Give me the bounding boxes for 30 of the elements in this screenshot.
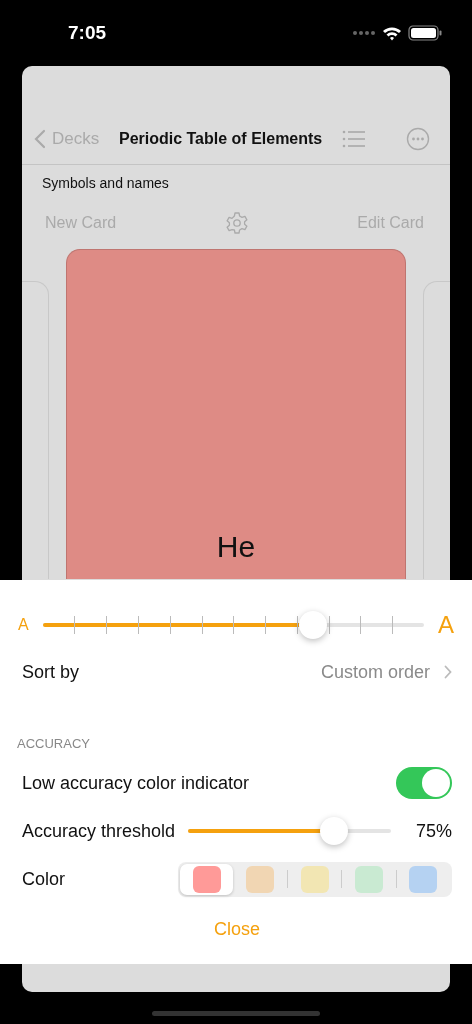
close-button[interactable]: Close <box>214 919 260 940</box>
nav-title: Periodic Table of Elements <box>117 130 324 148</box>
sort-label: Sort by <box>22 661 80 683</box>
indicator-toggle[interactable] <box>396 767 452 799</box>
wifi-icon <box>382 25 402 41</box>
color-label: Color <box>22 868 65 890</box>
chevron-left-icon <box>34 129 46 149</box>
color-option[interactable] <box>180 863 234 895</box>
sort-value: Custom order <box>320 661 430 683</box>
more-icon[interactable] <box>406 127 430 151</box>
deck-subtitle: Symbols and names <box>41 174 170 191</box>
font-size-slider[interactable] <box>42 610 424 640</box>
settings-icon[interactable] <box>224 211 249 235</box>
flash-card[interactable]: He <box>66 249 406 579</box>
slider-thumb[interactable] <box>299 611 328 639</box>
signal-icon <box>352 30 376 36</box>
small-font-label: A <box>18 616 29 634</box>
status-time: 7:05 <box>68 22 107 44</box>
battery-icon <box>408 25 442 41</box>
section-header: ACCURACY <box>17 736 91 751</box>
threshold-label: Accuracy threshold <box>22 820 176 842</box>
threshold-slider[interactable] <box>188 816 391 846</box>
list-icon[interactable] <box>342 129 366 149</box>
chevron-right-icon <box>444 665 452 679</box>
large-font-label: A <box>438 611 454 639</box>
card-front-text: He <box>216 530 256 564</box>
threshold-value: 75% <box>415 820 452 842</box>
sort-row[interactable]: Sort by Custom order <box>22 648 452 696</box>
slider-thumb[interactable] <box>320 817 349 845</box>
indicator-label: Low accuracy color indicator <box>22 772 250 794</box>
